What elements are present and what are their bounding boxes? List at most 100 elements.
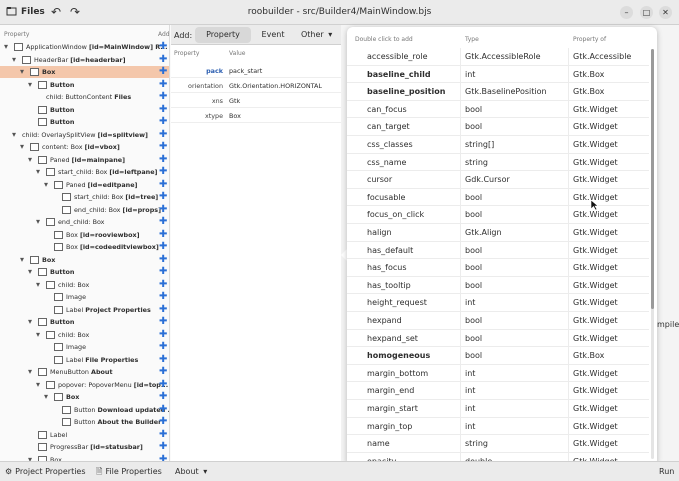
- tab-event[interactable]: Event: [253, 27, 293, 43]
- available-property-row[interactable]: has_focus bool Gtk.Widget: [347, 259, 649, 277]
- available-property-row[interactable]: accessible_role Gtk.AccessibleRole Gtk.Acc…: [347, 48, 649, 66]
- add-child-icon[interactable]: ✚: [159, 54, 167, 65]
- add-child-icon[interactable]: ✚: [159, 292, 167, 302]
- property-row[interactable]: pack pack_start: [171, 63, 341, 78]
- add-child-icon[interactable]: ✚: [159, 92, 167, 102]
- tree-row[interactable]: ▾ ApplicationWindow [id=MainWindow] R... ✚: [0, 41, 169, 53]
- tree-row[interactable]: ▾ content: Box [id=vbox] ✚: [0, 141, 169, 153]
- tree-row[interactable]: Box [id=codeeditviewbox] ✚: [0, 241, 169, 253]
- tree-row[interactable]: ▾ Box ✚: [0, 66, 169, 78]
- property-value[interactable]: Gtk: [229, 97, 240, 105]
- available-property-row[interactable]: focus_on_click bool Gtk.Widget: [347, 206, 649, 224]
- about-button[interactable]: About ▾: [175, 465, 207, 479]
- available-property-row[interactable]: height_request int Gtk.Widget: [347, 294, 649, 312]
- add-child-icon[interactable]: ✚: [159, 329, 167, 340]
- add-child-icon[interactable]: ✚: [159, 217, 167, 227]
- expander-icon[interactable]: ▾: [36, 216, 40, 228]
- tree-row[interactable]: Label ✚: [0, 429, 169, 441]
- available-property-row[interactable]: focusable bool Gtk.Widget: [347, 188, 649, 207]
- property-value[interactable]: pack_start: [229, 67, 262, 75]
- tree-row[interactable]: ProgressBar [id=statusbar] ✚: [0, 441, 169, 453]
- add-child-icon[interactable]: ✚: [159, 167, 167, 177]
- tree-row[interactable]: child: ButtonContent Files ✚: [0, 91, 169, 103]
- tree-row[interactable]: ▾ Button ✚: [0, 79, 169, 91]
- add-child-icon[interactable]: ✚: [159, 392, 167, 402]
- add-child-icon[interactable]: ✚: [159, 342, 167, 352]
- property-row[interactable]: xtype Box: [171, 108, 341, 123]
- tree-row[interactable]: ▾ Button ✚: [0, 316, 169, 328]
- tree-row[interactable]: Button Download updated ... ✚: [0, 404, 169, 416]
- available-property-row[interactable]: hexpand bool Gtk.Widget: [347, 312, 649, 330]
- available-property-row[interactable]: name string Gtk.Widget: [347, 435, 649, 453]
- tree-row[interactable]: ▾ HeaderBar [id=headerbar] ✚: [0, 54, 169, 66]
- expander-icon[interactable]: ▾: [28, 79, 32, 91]
- popover-scroll-thumb[interactable]: [651, 49, 654, 309]
- expander-icon[interactable]: ▾: [44, 179, 48, 191]
- add-child-icon[interactable]: ✚: [159, 204, 167, 215]
- add-child-icon[interactable]: ✚: [159, 442, 167, 452]
- property-row[interactable]: orientation Gtk.Orientation.HORIZONTAL: [171, 78, 341, 93]
- run-button[interactable]: Run: [659, 465, 674, 479]
- tree-row[interactable]: ▾ Box ✚: [0, 454, 169, 462]
- tree-row[interactable]: Image ✚: [0, 291, 169, 303]
- add-child-icon[interactable]: ✚: [159, 192, 167, 202]
- expander-icon[interactable]: ▾: [28, 316, 32, 328]
- add-child-icon[interactable]: ✚: [159, 254, 167, 265]
- tree-row[interactable]: ▾ Paned [id=editpane] ✚: [0, 179, 169, 191]
- add-child-icon[interactable]: ✚: [159, 404, 167, 415]
- add-child-icon[interactable]: ✚: [159, 142, 167, 152]
- expander-icon[interactable]: ▾: [12, 54, 16, 66]
- tree-row[interactable]: Box [id=rooviewbox] ✚: [0, 229, 169, 241]
- expander-icon[interactable]: ▾: [12, 129, 16, 141]
- tree-row[interactable]: ▾ child: Box ✚: [0, 329, 169, 341]
- tree-row[interactable]: ▾ child: OverlaySplitView [id=splitview] ✚: [0, 129, 169, 141]
- add-child-icon[interactable]: ✚: [159, 67, 167, 77]
- add-child-icon[interactable]: ✚: [159, 229, 167, 240]
- tree-row[interactable]: Label Project Properties ✚: [0, 304, 169, 316]
- add-child-icon[interactable]: ✚: [159, 154, 167, 165]
- tree-row[interactable]: ▾ MenuButton About ✚: [0, 366, 169, 378]
- tree-row[interactable]: Button ✚: [0, 116, 169, 128]
- tree-row[interactable]: Button ✚: [0, 104, 169, 116]
- expander-icon[interactable]: ▾: [36, 329, 40, 341]
- tree-row[interactable]: start_child: Box [id=tree] ✚: [0, 191, 169, 203]
- add-child-icon[interactable]: ✚: [159, 42, 167, 52]
- tree-row[interactable]: ▾ Box ✚: [0, 254, 169, 266]
- add-child-icon[interactable]: ✚: [159, 117, 167, 127]
- tree-row[interactable]: ▾ popover: PopoverMenu [id=top... ✚: [0, 379, 169, 391]
- available-property-row[interactable]: baseline_child int Gtk.Box: [347, 65, 649, 84]
- tree-row[interactable]: ▾ Box ✚: [0, 391, 169, 403]
- available-property-row[interactable]: css_name string Gtk.Widget: [347, 153, 649, 172]
- add-child-icon[interactable]: ✚: [159, 129, 167, 140]
- expander-icon[interactable]: ▾: [4, 41, 8, 53]
- close-icon[interactable]: ✕: [659, 6, 672, 19]
- add-child-icon[interactable]: ✚: [159, 104, 167, 115]
- tab-property[interactable]: Property: [195, 27, 251, 43]
- tree-row[interactable]: ▾ Paned [id=mainpane] ✚: [0, 154, 169, 166]
- add-child-icon[interactable]: ✚: [159, 179, 167, 190]
- expander-icon[interactable]: ▾: [20, 254, 24, 266]
- add-child-icon[interactable]: ✚: [159, 304, 167, 315]
- add-child-icon[interactable]: ✚: [159, 379, 167, 390]
- available-property-row[interactable]: has_tooltip bool Gtk.Widget: [347, 276, 649, 295]
- tree-row[interactable]: end_child: Box [id=props] ✚: [0, 204, 169, 216]
- tree-row[interactable]: ▾ child: Box ✚: [0, 279, 169, 291]
- expander-icon[interactable]: ▾: [28, 454, 32, 462]
- available-property-row[interactable]: css_classes string[] Gtk.Widget: [347, 136, 649, 154]
- file-properties-button[interactable]: 🗎 File Properties: [96, 465, 162, 479]
- add-child-icon[interactable]: ✚: [159, 79, 167, 90]
- expander-icon[interactable]: ▾: [20, 66, 24, 78]
- expander-icon[interactable]: ▾: [28, 154, 32, 166]
- available-property-row[interactable]: halign Gtk.Align Gtk.Widget: [347, 224, 649, 242]
- add-child-icon[interactable]: ✚: [159, 417, 167, 427]
- add-child-icon[interactable]: ✚: [159, 354, 167, 365]
- available-property-row[interactable]: baseline_position Gtk.BaselinePosition Gtk…: [347, 83, 649, 101]
- tree-row[interactable]: Image ✚: [0, 341, 169, 353]
- available-property-row[interactable]: cursor Gdk.Cursor Gtk.Widget: [347, 171, 649, 189]
- available-property-row[interactable]: margin_start int Gtk.Widget: [347, 400, 649, 418]
- tree-row[interactable]: ▾ end_child: Box ✚: [0, 216, 169, 228]
- add-child-icon[interactable]: ✚: [159, 242, 167, 252]
- property-value[interactable]: Box: [229, 112, 241, 120]
- available-property-row[interactable]: margin_bottom int Gtk.Widget: [347, 364, 649, 383]
- tab-other[interactable]: Other ▾: [295, 27, 339, 43]
